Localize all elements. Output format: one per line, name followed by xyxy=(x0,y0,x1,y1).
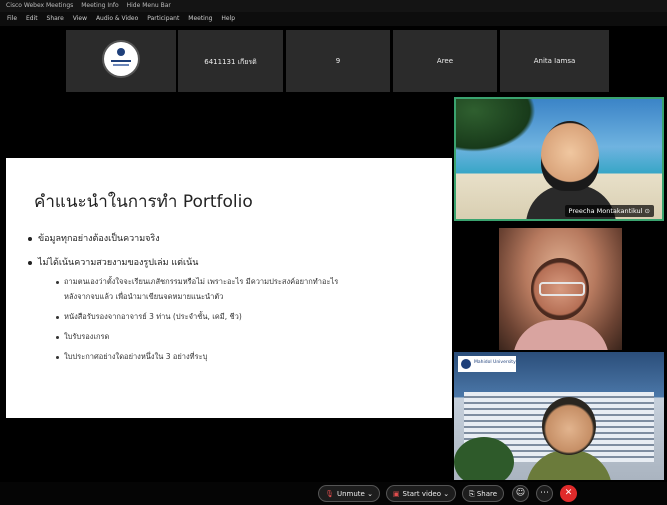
menu-view[interactable]: View xyxy=(73,15,87,22)
participant-tile[interactable]: 9 xyxy=(286,30,390,92)
chevron-down-icon: ⌄ xyxy=(443,490,450,498)
slide-sub-bullet-continuation: หลังจากจบแล้ว เพื่อนำมาเขียนจดหมายแนะนำต… xyxy=(64,292,224,301)
bullet-icon xyxy=(28,236,32,241)
participant-tile[interactable]: 6411131 เกียรติ xyxy=(178,30,283,92)
meeting-info-link[interactable]: Meeting Info xyxy=(81,2,118,9)
slide-sub-bullet: ใบประกาศอย่างใดอย่างหนึ่งใน 3 อย่างที่ระ… xyxy=(56,350,207,363)
participant-video xyxy=(541,121,599,191)
menu-meeting[interactable]: Meeting xyxy=(188,15,212,22)
participant-name: 9 xyxy=(335,57,341,65)
slide-bullet: ไม่ได้เน้นความสวยงามของรูปเล่ม แต่เน้น xyxy=(28,255,198,269)
bullet-icon xyxy=(56,355,59,359)
university-logo-avatar xyxy=(104,42,138,76)
bullet-icon xyxy=(28,260,32,265)
video-off-icon: ▣ xyxy=(392,490,400,498)
slide-title: คำแนะนำในการทำ Portfolio xyxy=(34,192,253,212)
participant-video xyxy=(542,397,596,455)
bullet-icon xyxy=(56,335,59,339)
video-tile-active-speaker[interactable]: Preecha Montakantikul ⊙ xyxy=(454,97,664,221)
participant-tile-logo[interactable] xyxy=(66,30,176,92)
participant-tile[interactable]: Anita Iamsa xyxy=(500,30,609,92)
share-icon: ⎘ xyxy=(468,490,475,498)
share-button[interactable]: ⎘ Share xyxy=(462,485,504,502)
menu-audio-video[interactable]: Audio & Video xyxy=(96,15,138,22)
app-title: Cisco Webex Meetings xyxy=(6,2,74,9)
video-tile[interactable] xyxy=(499,228,622,350)
participant-tile[interactable]: Aree xyxy=(393,30,497,92)
more-icon: ⋯ xyxy=(540,488,549,498)
participant-name-tag: Preecha Montakantikul ⊙ xyxy=(564,205,654,217)
pin-icon: ⊙ xyxy=(644,207,650,215)
meeting-controls: 🎙 Unmute ⌄ ▣ Start video ⌄ ⎘ Share ☺ ⋯ ✕ xyxy=(0,482,667,505)
close-icon: ✕ xyxy=(564,488,573,498)
shared-slide: คำแนะนำในการทำ Portfolio ข้อมูลทุกอย่างต… xyxy=(6,158,452,418)
participant-name: 6411131 เกียรติ xyxy=(204,58,257,66)
menu-file[interactable]: File xyxy=(7,15,17,22)
menu-edit[interactable]: Edit xyxy=(26,15,38,22)
smiley-icon: ☺ xyxy=(515,488,526,498)
slide-sub-bullet: หนังสือรับรองจากอาจารย์ 3 ท่าน (ประจำชั้… xyxy=(56,310,242,323)
bullet-icon xyxy=(56,280,59,284)
participant-name: Anita Iamsa xyxy=(533,57,576,65)
video-tile[interactable]: Mahidol University xyxy=(454,352,664,480)
mic-muted-icon: 🎙 xyxy=(325,490,334,498)
bullet-icon xyxy=(56,315,59,319)
slide-sub-bullet: ใบรับรองเกรด xyxy=(56,330,109,343)
slide-sub-bullet: ถามตนเองว่าตั้งใจจะเรียนเภสัชกรรมหรือไม่… xyxy=(56,275,338,288)
more-options-button[interactable]: ⋯ xyxy=(536,485,553,502)
palm-tree-background xyxy=(456,99,546,159)
start-video-button[interactable]: ▣ Start video ⌄ xyxy=(386,485,456,502)
chevron-down-icon: ⌄ xyxy=(367,490,373,498)
university-banner-logo: Mahidol University xyxy=(458,356,516,372)
menu-participant[interactable]: Participant xyxy=(147,15,179,22)
glasses xyxy=(539,282,585,296)
slide-bullet: ข้อมูลทุกอย่างต้องเป็นความจริง xyxy=(28,231,160,245)
title-bar: Cisco Webex Meetings Meeting Info Hide M… xyxy=(0,0,667,12)
menu-bar: File Edit Share View Audio & Video Parti… xyxy=(0,12,667,26)
unmute-button[interactable]: 🎙 Unmute ⌄ xyxy=(318,485,380,502)
reactions-button[interactable]: ☺ xyxy=(512,485,529,502)
menu-help[interactable]: Help xyxy=(221,15,235,22)
participant-name: Aree xyxy=(436,57,454,65)
end-call-button[interactable]: ✕ xyxy=(560,485,577,502)
menu-share[interactable]: Share xyxy=(47,15,64,22)
hide-menu-link[interactable]: Hide Menu Bar xyxy=(127,2,171,9)
